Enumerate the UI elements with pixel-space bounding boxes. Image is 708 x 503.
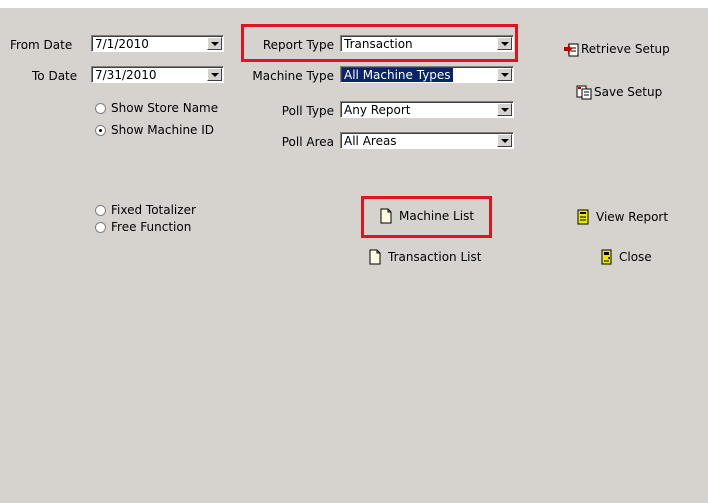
poll-area-value: All Areas [344,134,397,148]
poll-type-combo[interactable]: Any Report [340,101,514,118]
poll-area-label: Poll Area [281,135,334,149]
machine-type-label: Machine Type [252,69,334,83]
radio-free-function[interactable] [95,222,106,233]
show-store-name-label: Show Store Name [111,101,219,115]
save-setup-icon [576,85,592,100]
free-function-label: Free Function [111,220,192,234]
machine-type-dropdown-button[interactable] [497,68,512,81]
view-report-button[interactable]: View Report [575,209,668,225]
machine-type-value: All Machine Types [342,68,453,82]
machine-type-combo[interactable]: All Machine Types [340,66,514,83]
poll-type-label: Poll Type [281,104,334,118]
radio-show-store-name[interactable] [95,103,106,114]
close-button[interactable]: Close [598,249,652,265]
to-date-combo[interactable]: 7/31/2010 [91,66,224,83]
radio-fixed-totalizer[interactable] [95,205,106,216]
transaction-list-label: Transaction List [388,250,482,264]
report-type-dropdown-button[interactable] [497,37,512,50]
poll-area-combo[interactable]: All Areas [340,132,514,149]
close-door-icon [601,249,612,265]
retrieve-setup-button[interactable]: Retrieve Setup [563,41,670,57]
show-machine-id-label: Show Machine ID [111,123,215,137]
view-report-label: View Report [596,210,669,224]
retrieve-setup-label: Retrieve Setup [581,42,670,56]
machine-list-button[interactable]: Machine List [378,208,474,224]
report-type-combo[interactable]: Transaction [340,35,514,52]
radio-show-machine-id[interactable] [95,125,106,136]
document-icon [380,208,392,224]
retrieve-setup-icon [564,43,579,57]
from-date-value: 7/1/2010 [95,37,149,51]
report-type-label: Report Type [262,38,334,52]
from-date-label: From Date [10,38,73,52]
fixed-totalizer-label: Fixed Totalizer [111,203,196,217]
machine-list-label: Machine List [399,209,475,223]
report-type-value: Transaction [344,37,413,51]
to-date-dropdown-button[interactable] [207,68,222,81]
close-label: Close [619,250,652,264]
save-setup-label: Save Setup [594,85,663,99]
from-date-dropdown-button[interactable] [207,37,222,50]
report-setup-panel: From Date 7/1/2010 To Date 7/31/2010 Sho… [0,8,708,503]
document-icon [369,249,381,265]
from-date-combo[interactable]: 7/1/2010 [91,35,224,52]
to-date-label: To Date [32,69,78,83]
poll-type-value: Any Report [344,103,411,117]
save-setup-button[interactable]: Save Setup [576,84,662,100]
transaction-list-button[interactable]: Transaction List [367,249,481,265]
report-icon [577,209,589,225]
poll-type-dropdown-button[interactable] [497,103,512,116]
to-date-value: 7/31/2010 [95,68,157,82]
poll-area-dropdown-button[interactable] [497,134,512,147]
